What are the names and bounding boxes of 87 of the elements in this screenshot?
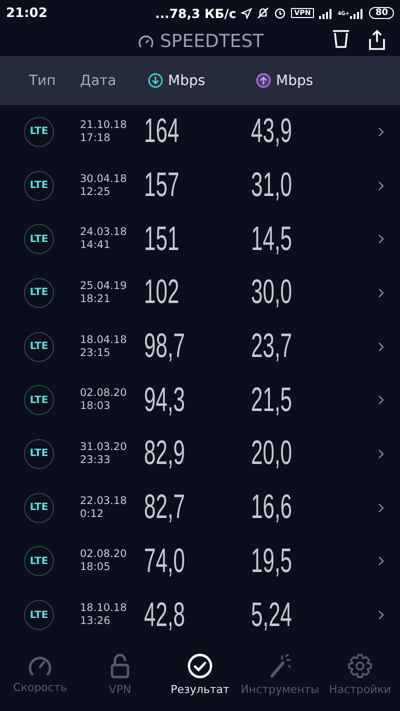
download-speed: 74,0 — [144, 542, 186, 581]
chevron-right-icon[interactable] — [378, 126, 384, 137]
upload-speed: 23,7 — [251, 327, 294, 366]
upload-speed: 14,5 — [251, 220, 294, 259]
settings-icon — [347, 653, 373, 679]
upload-speed: 30,0 — [251, 273, 294, 312]
signal-icon — [350, 8, 364, 18]
upload-speed: 16,6 — [251, 488, 294, 528]
nav-tab[interactable]: Настройки — [320, 649, 400, 711]
network-type-badge: LTE — [24, 116, 54, 147]
download-speed: 82,7 — [144, 488, 186, 528]
chevron-right-icon[interactable] — [378, 448, 384, 459]
share-icon[interactable] — [368, 29, 386, 50]
signal-icon — [318, 8, 333, 18]
download-icon — [148, 73, 163, 88]
test-time: 17:18 — [80, 132, 112, 145]
column-header: Тип — [29, 72, 57, 88]
download-speed: 164 — [144, 112, 180, 152]
chevron-right-icon[interactable] — [378, 502, 384, 513]
gauge-icon — [138, 34, 154, 48]
network-speed: ...78,3 КБ/с — [155, 6, 236, 20]
network-type-badge: LTE — [24, 170, 54, 201]
unlocked-padlock-icon — [110, 653, 130, 679]
column-header: Дата — [80, 72, 118, 88]
test-date: 02.08.20 — [80, 548, 128, 562]
nav-tab[interactable]: VPN — [80, 649, 160, 711]
chevron-right-icon[interactable] — [378, 395, 384, 406]
network-type-badge: LTE — [24, 546, 54, 576]
chevron-right-icon[interactable] — [378, 180, 384, 191]
muted-bell-icon — [257, 7, 270, 19]
download-speed: 94,3 — [144, 380, 186, 420]
test-date: 18.10.18 — [80, 602, 128, 616]
upload-speed: 19,5 — [251, 542, 294, 581]
app-title: SPEEDTEST — [160, 30, 264, 52]
nav-tab[interactable]: Результат — [160, 649, 240, 711]
nav-tab[interactable]: Скорость — [0, 649, 80, 711]
test-time: 12:25 — [80, 186, 112, 199]
test-date: 30.04.18 — [80, 172, 128, 186]
test-date: 02.08.20 — [80, 387, 128, 400]
test-time: 23:33 — [80, 454, 112, 467]
upload-speed: 21,5 — [251, 380, 294, 420]
check-circle-icon — [187, 653, 213, 679]
network-type-badge: LTE — [24, 492, 54, 523]
test-date: 25.04.19 — [80, 280, 128, 293]
chevron-right-icon[interactable] — [378, 234, 384, 244]
alarm-icon — [274, 7, 286, 19]
test-date: 22.03.18 — [80, 494, 128, 508]
upload-icon — [256, 73, 271, 88]
chevron-right-icon[interactable] — [378, 342, 384, 352]
network-type-badge: LTE — [24, 600, 54, 630]
test-time: 14:41 — [80, 239, 112, 252]
test-date: 21.10.18 — [80, 118, 128, 132]
download-speed: 157 — [144, 166, 180, 206]
download-speed: 82,9 — [144, 434, 186, 474]
chevron-right-icon[interactable] — [378, 610, 384, 620]
upload-speed: 31,0 — [251, 166, 294, 206]
magic-wand-icon — [268, 653, 292, 679]
upload-speed: 5,24 — [251, 596, 294, 635]
network-type-badge: LTE — [24, 385, 54, 416]
test-date: 31.03.20 — [80, 440, 128, 454]
test-time: 18:05 — [80, 561, 112, 574]
trash-icon[interactable] — [332, 29, 350, 49]
column-header: Mbps — [276, 72, 314, 88]
test-date: 18.04.18 — [80, 334, 128, 347]
chevron-right-icon[interactable] — [378, 288, 384, 298]
download-speed: 102 — [144, 273, 180, 312]
nav-tab[interactable]: Инструменты — [240, 649, 320, 711]
network-type-badge: LTE — [24, 438, 54, 469]
network-type-badge: LTE — [24, 224, 54, 254]
download-speed: 151 — [144, 220, 180, 259]
test-time: 13:26 — [80, 615, 112, 628]
test-time: 18:03 — [80, 400, 112, 414]
test-time: 0:12 — [80, 508, 105, 521]
upload-speed: 43,9 — [251, 112, 294, 152]
network-type-badge: LTE — [24, 278, 54, 308]
chevron-right-icon[interactable] — [378, 556, 384, 566]
download-speed: 42,8 — [144, 596, 186, 635]
test-time: 18:21 — [80, 292, 112, 306]
download-speed: 98,7 — [144, 327, 186, 366]
battery-level: 80 — [369, 7, 394, 19]
status-time: 21:02 — [6, 6, 48, 20]
network-type-badge: LTE — [24, 332, 54, 362]
upload-speed: 20,0 — [251, 434, 294, 474]
location-icon — [241, 8, 252, 18]
test-date: 24.03.18 — [80, 226, 128, 240]
test-time: 23:15 — [80, 346, 112, 360]
column-header: Mbps — [168, 72, 206, 88]
